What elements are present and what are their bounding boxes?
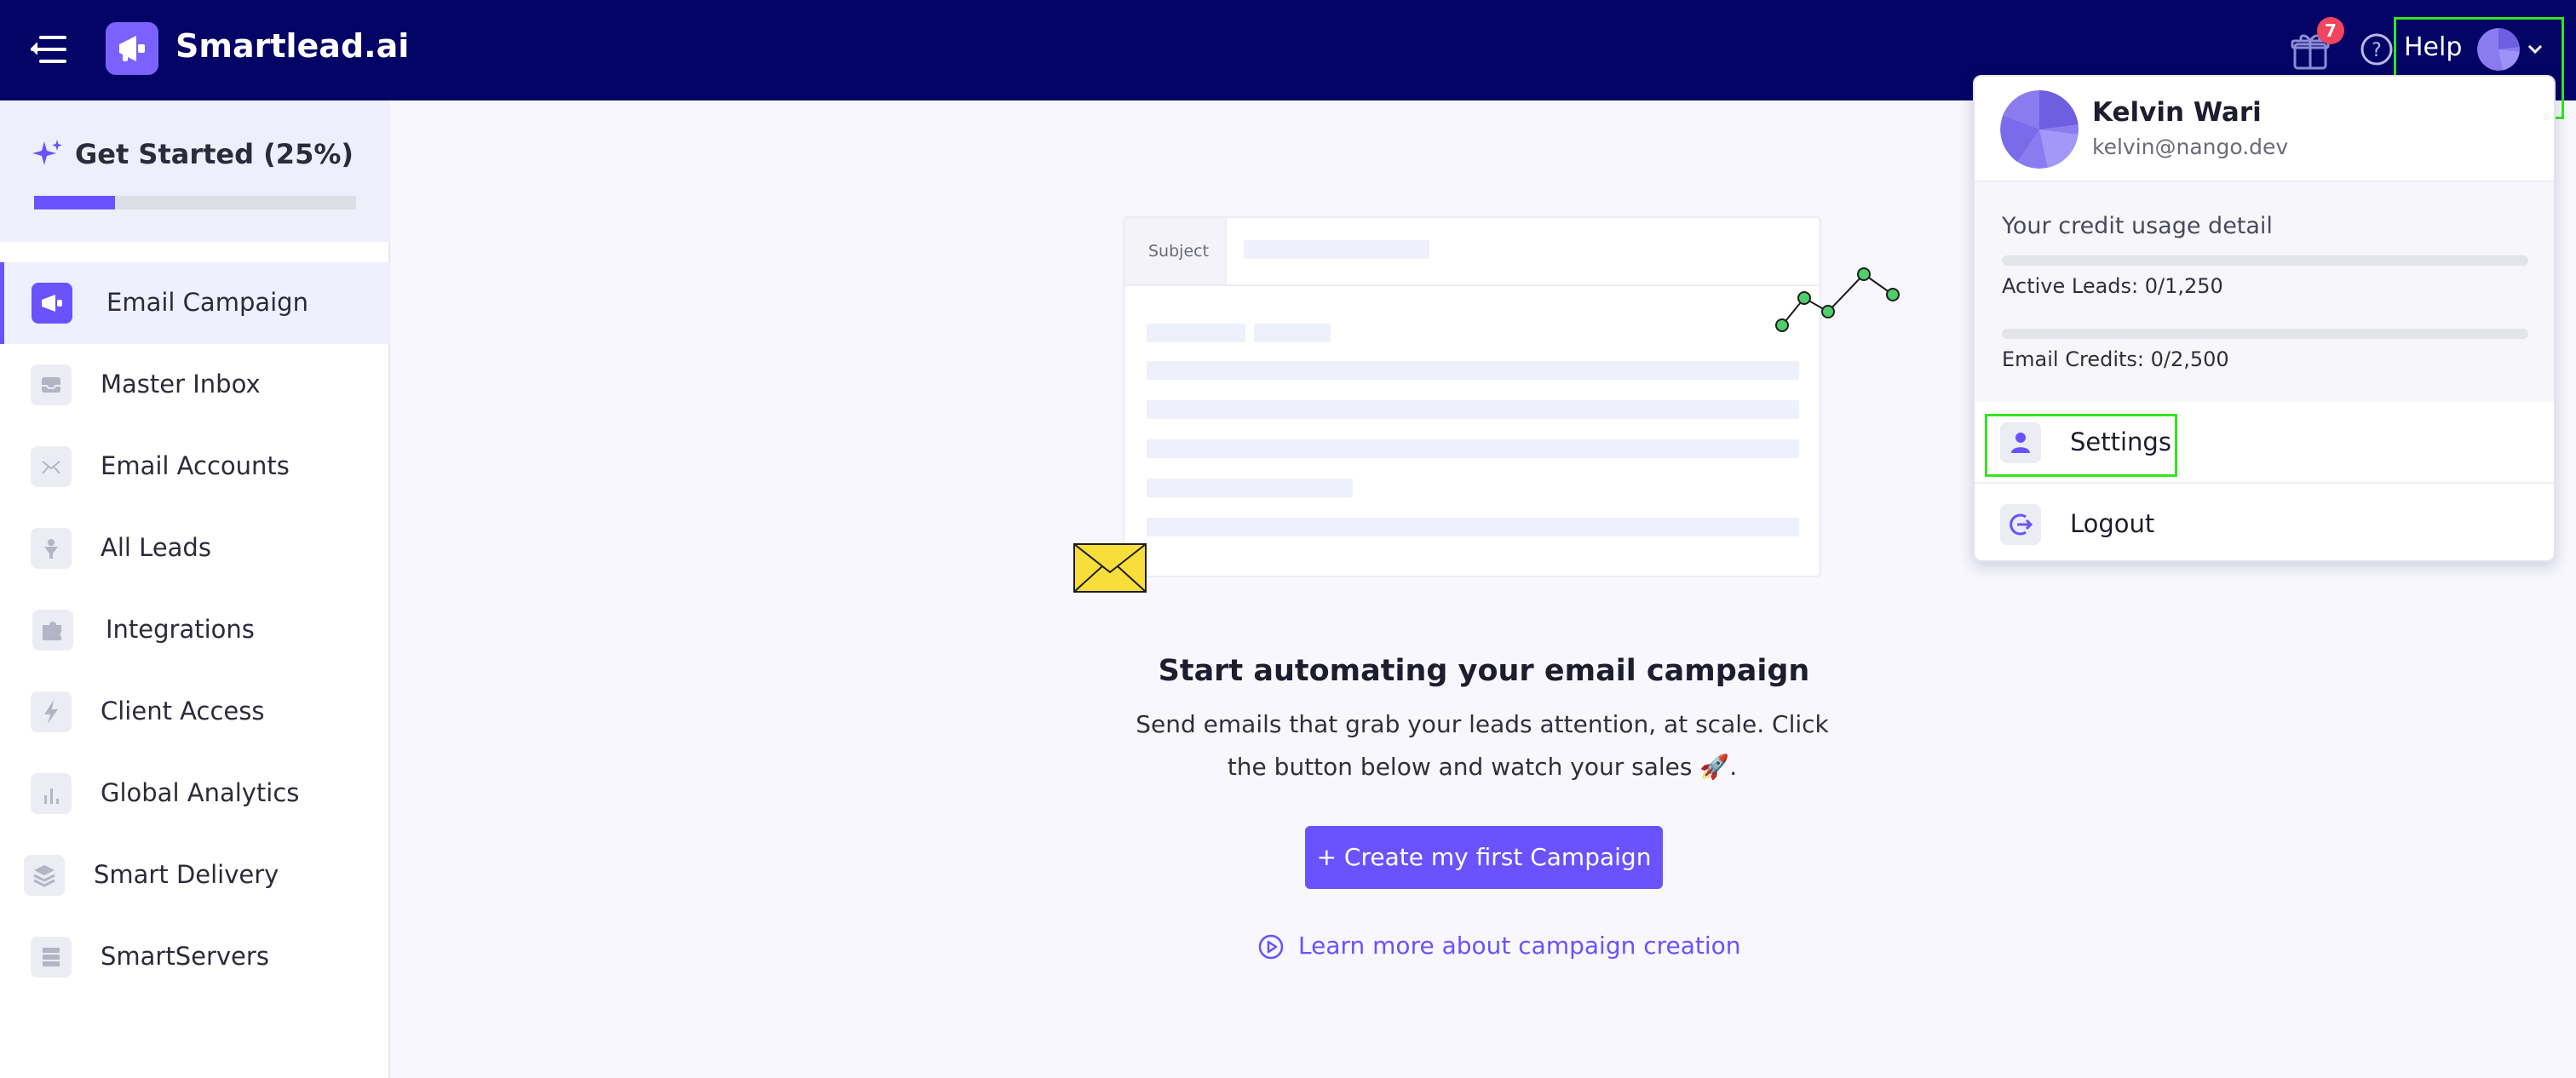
credit-usage-panel: Your credit usage detail Active Leads: 0… — [1975, 181, 2554, 402]
skeleton-line — [1147, 479, 1353, 497]
sidebar-item-smartservers[interactable]: SmartServers — [0, 916, 390, 998]
subject-label: Subject — [1148, 242, 1210, 261]
menu-item-settings[interactable]: Settings — [1975, 402, 2554, 484]
empty-state-title: Start automating your email campaign — [1158, 654, 1810, 688]
get-started-title: Get Started (25%) — [75, 138, 354, 170]
skeleton-line — [1147, 324, 1245, 342]
sidebar-item-label: Email Accounts — [101, 451, 290, 480]
user-email: kelvin@nango.dev — [2092, 135, 2289, 159]
email-credits-bar — [2002, 329, 2528, 339]
sidebar-item-email-accounts[interactable]: Email Accounts — [0, 426, 390, 507]
active-leads-label: Active Leads: 0/1,250 — [2002, 274, 2223, 298]
hamburger-menu-icon[interactable] — [31, 34, 66, 65]
user-icon — [2000, 422, 2041, 463]
user-avatar[interactable] — [2477, 28, 2520, 71]
funnel-icon — [31, 528, 72, 569]
user-avatar-large — [2000, 90, 2079, 169]
sidebar-item-client-access[interactable]: Client Access — [0, 671, 390, 753]
subject-cell: Subject — [1124, 218, 1227, 286]
email-credits-label: Email Credits: 0/2,500 — [2002, 347, 2229, 371]
puzzle-icon — [32, 610, 73, 651]
sidebar-item-label: Integrations — [106, 615, 255, 644]
menu-item-logout[interactable]: Logout — [1975, 484, 2554, 560]
active-leads-bar — [2002, 255, 2528, 266]
divider — [1227, 284, 1821, 286]
help-circle-icon[interactable]: ? — [2360, 32, 2394, 66]
sidebar-item-master-inbox[interactable]: Master Inbox — [0, 344, 390, 426]
sidebar-item-label: Email Campaign — [106, 288, 308, 317]
sidebar-item-integrations[interactable]: Integrations — [0, 589, 390, 671]
inbox-icon — [31, 364, 72, 405]
bar-chart-icon — [31, 773, 72, 814]
lightning-icon — [31, 691, 72, 732]
layers-icon — [24, 855, 65, 896]
sidebar: Get Started (25%) Email Campaign Master … — [0, 100, 390, 1078]
skeleton-line — [1254, 324, 1331, 342]
envelope-icon — [1073, 543, 1147, 593]
chevron-down-icon[interactable] — [2526, 40, 2544, 59]
progress-fill — [34, 196, 115, 209]
skeleton-line — [1244, 240, 1429, 259]
user-name: Kelvin Wari — [2092, 97, 2262, 128]
user-menu-dropdown: Kelvin Wari kelvin@nango.dev Your credit… — [1973, 75, 2556, 562]
trend-line-icon — [1772, 264, 1900, 332]
get-started-panel[interactable]: Get Started (25%) — [0, 100, 390, 242]
skeleton-line — [1147, 400, 1799, 419]
sidebar-item-label: All Leads — [101, 533, 211, 562]
sidebar-item-global-analytics[interactable]: Global Analytics — [0, 753, 390, 834]
svg-text:?: ? — [2372, 40, 2382, 61]
skeleton-line — [1147, 361, 1799, 380]
smartlead-logo[interactable] — [106, 22, 158, 75]
sparkle-icon — [31, 138, 65, 172]
skeleton-line — [1147, 518, 1799, 536]
sidebar-item-label: Global Analytics — [101, 778, 300, 807]
sidebar-item-smart-delivery[interactable]: Smart Delivery — [0, 834, 390, 916]
get-started-progress-bar — [34, 196, 356, 209]
notification-badge: 7 — [2317, 17, 2344, 44]
help-link[interactable]: Help — [2404, 32, 2462, 62]
mail-icon — [31, 446, 72, 487]
sidebar-item-email-campaign[interactable]: Email Campaign — [0, 262, 390, 344]
logout-icon — [2000, 504, 2041, 545]
sidebar-item-label: Client Access — [101, 697, 265, 725]
sidebar-item-label: Smart Delivery — [94, 860, 279, 889]
learn-more-label: Learn more about campaign creation — [1298, 932, 1741, 960]
create-campaign-button[interactable]: + Create my first Campaign — [1305, 826, 1663, 889]
brand-name[interactable]: Smartlead.ai — [175, 27, 409, 65]
sidebar-item-label: SmartServers — [101, 942, 269, 971]
email-preview-illustration: Subject — [1123, 216, 1821, 577]
settings-label: Settings — [2070, 427, 2171, 456]
skeleton-line — [1147, 439, 1799, 458]
sidebar-item-label: Master Inbox — [101, 370, 261, 399]
megaphone-icon — [32, 283, 72, 324]
credit-usage-title: Your credit usage detail — [2002, 213, 2273, 239]
server-icon — [31, 937, 72, 978]
empty-state-description: Send emails that grab your leads attenti… — [1136, 710, 1829, 781]
logout-label: Logout — [2070, 509, 2155, 538]
sidebar-item-all-leads[interactable]: All Leads — [0, 507, 390, 589]
play-circle-icon — [1257, 933, 1285, 960]
